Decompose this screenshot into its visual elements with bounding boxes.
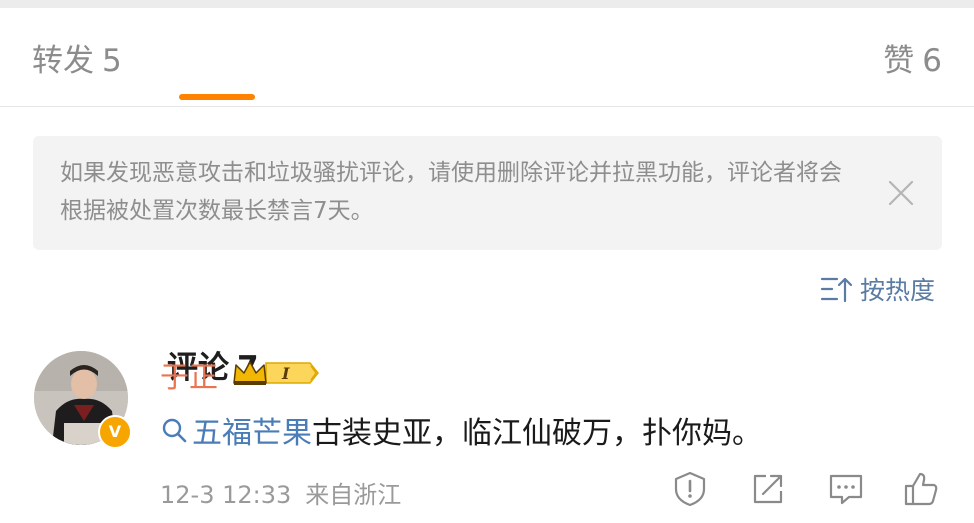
- member-crown-badge: I: [232, 357, 320, 389]
- share-icon[interactable]: [749, 470, 787, 508]
- close-icon[interactable]: [888, 180, 914, 206]
- topic-link[interactable]: 五福芒果: [160, 408, 312, 452]
- sort-by-hot-button[interactable]: 按热度: [820, 271, 935, 307]
- tab-like-label: 赞: [883, 43, 915, 79]
- badge-level: I: [281, 364, 290, 383]
- reply-icon[interactable]: [827, 470, 865, 508]
- tab-like[interactable]: 赞6: [883, 41, 942, 81]
- report-icon[interactable]: [671, 470, 709, 508]
- notice-text: 如果发现恶意攻击和垃圾骚扰评论，请使用删除评论并拉黑功能，评论者将会根据被处置次…: [60, 160, 842, 224]
- like-icon[interactable]: [902, 470, 940, 508]
- sort-icon: [820, 274, 853, 304]
- comment-text: 古装史亚，临江仙破万，扑你妈。: [312, 416, 762, 451]
- tab-repost[interactable]: 转发 5: [32, 41, 122, 81]
- sort-label: 按热度: [860, 276, 936, 305]
- top-strip: [0, 0, 974, 8]
- comment-meta: 12-3 12:33 来自浙江: [160, 475, 401, 510]
- topic-label: 五福芒果: [192, 416, 312, 451]
- active-tab-indicator: [179, 94, 255, 100]
- comment-item: V 于正 I 五福芒果 古装史亚，临江仙破万，扑你妈。 12-3 12:33 来自…: [0, 340, 974, 515]
- comment-body: 五福芒果 古装史亚，临江仙破万，扑你妈。: [160, 408, 762, 452]
- tab-repost-count: 5: [102, 43, 122, 79]
- username[interactable]: 于正: [160, 354, 218, 396]
- tab-like-count: 6: [922, 43, 942, 79]
- comment-source: 来自浙江: [305, 481, 402, 509]
- tab-repost-label: 转发: [32, 43, 94, 79]
- comment-time: 12-3 12:33: [160, 481, 292, 509]
- tab-bar: 转发5 评论7 赞6: [0, 8, 974, 386]
- verified-badge: V: [98, 415, 132, 449]
- moderation-notice: 如果发现恶意攻击和垃圾骚扰评论，请使用删除评论并拉黑功能，评论者将会根据被处置次…: [33, 136, 942, 250]
- search-icon: [160, 416, 188, 444]
